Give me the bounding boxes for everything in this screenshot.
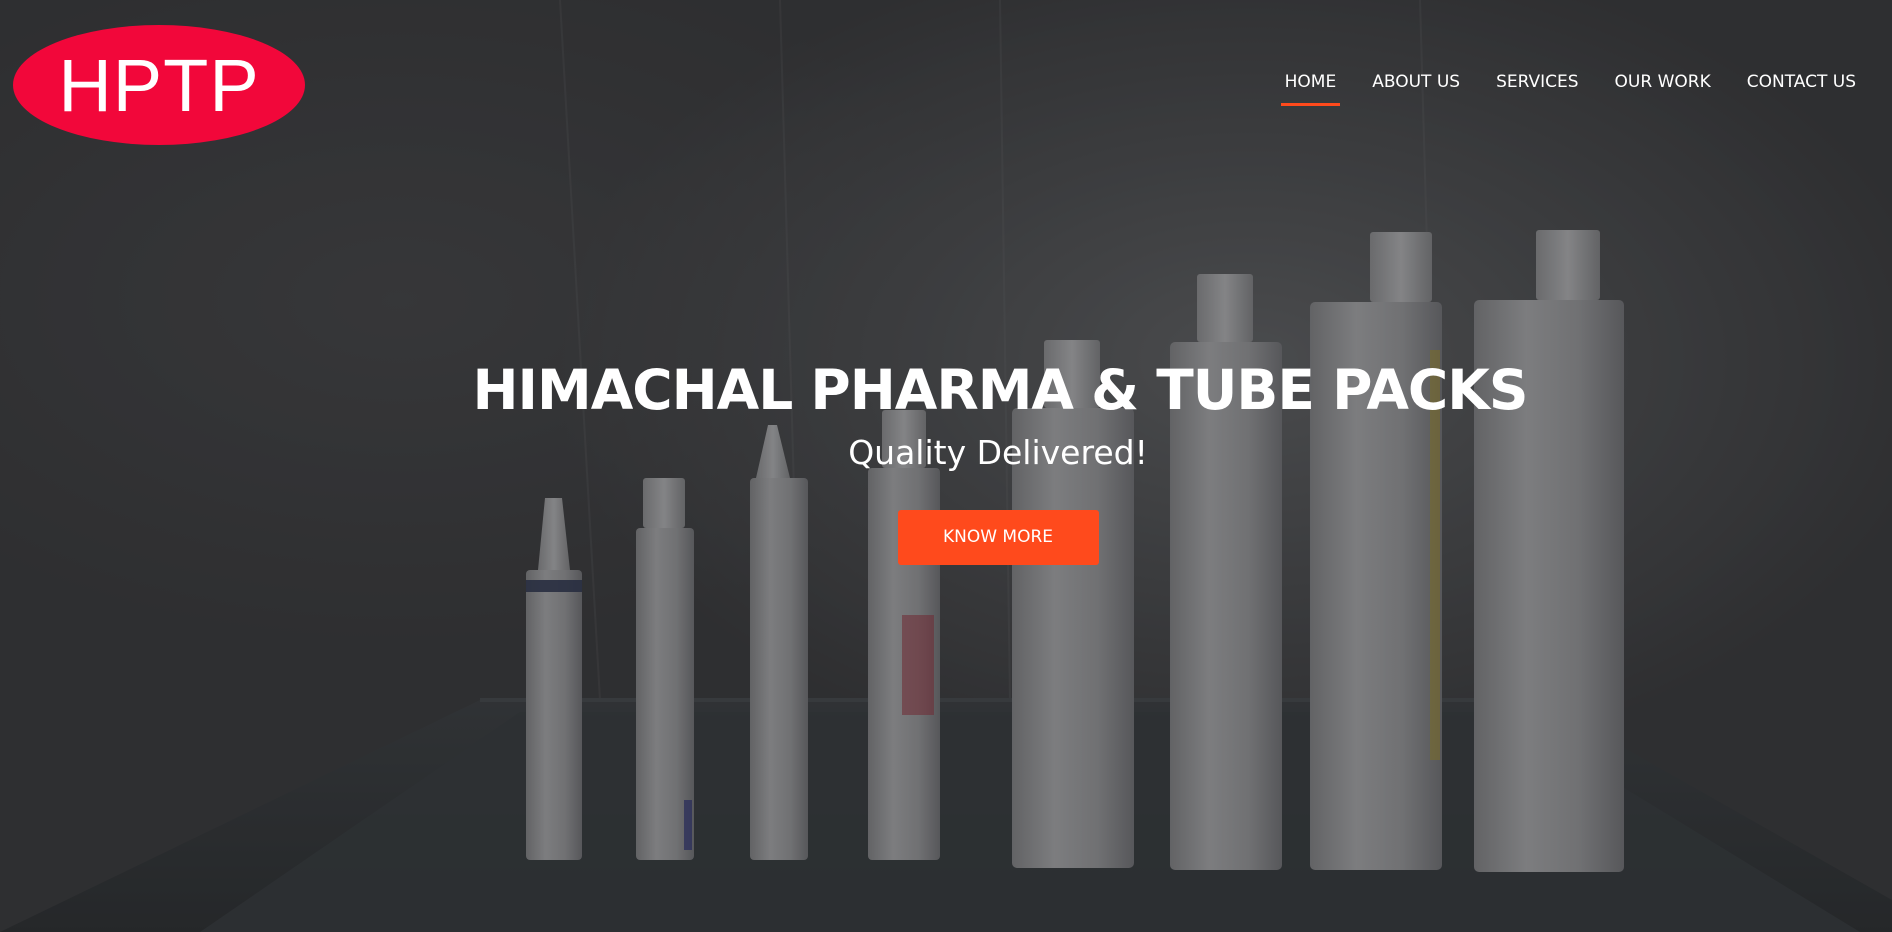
logo[interactable]: HPTP: [13, 25, 305, 145]
hero-subtitle: Quality Delivered!: [848, 432, 1148, 472]
know-more-button[interactable]: KNOW MORE: [897, 509, 1099, 565]
nav-services[interactable]: SERVICES: [1478, 72, 1596, 92]
nav-home[interactable]: HOME: [1267, 72, 1355, 106]
hero-section: HPTP HOME ABOUT US SERVICES OUR WORK CON…: [0, 0, 1892, 932]
nav-about-us[interactable]: ABOUT US: [1354, 72, 1478, 92]
main-nav: HOME ABOUT US SERVICES OUR WORK CONTACT …: [1267, 72, 1856, 106]
hero-title: HIMACHAL PHARMA & TUBE PACKS: [472, 358, 1528, 422]
nav-contact-us[interactable]: CONTACT US: [1729, 72, 1856, 92]
nav-our-work[interactable]: OUR WORK: [1597, 72, 1729, 92]
logo-text: HPTP: [58, 44, 260, 127]
hero-content: HIMACHAL PHARMA & TUBE PACKS Quality Del…: [0, 360, 1892, 565]
